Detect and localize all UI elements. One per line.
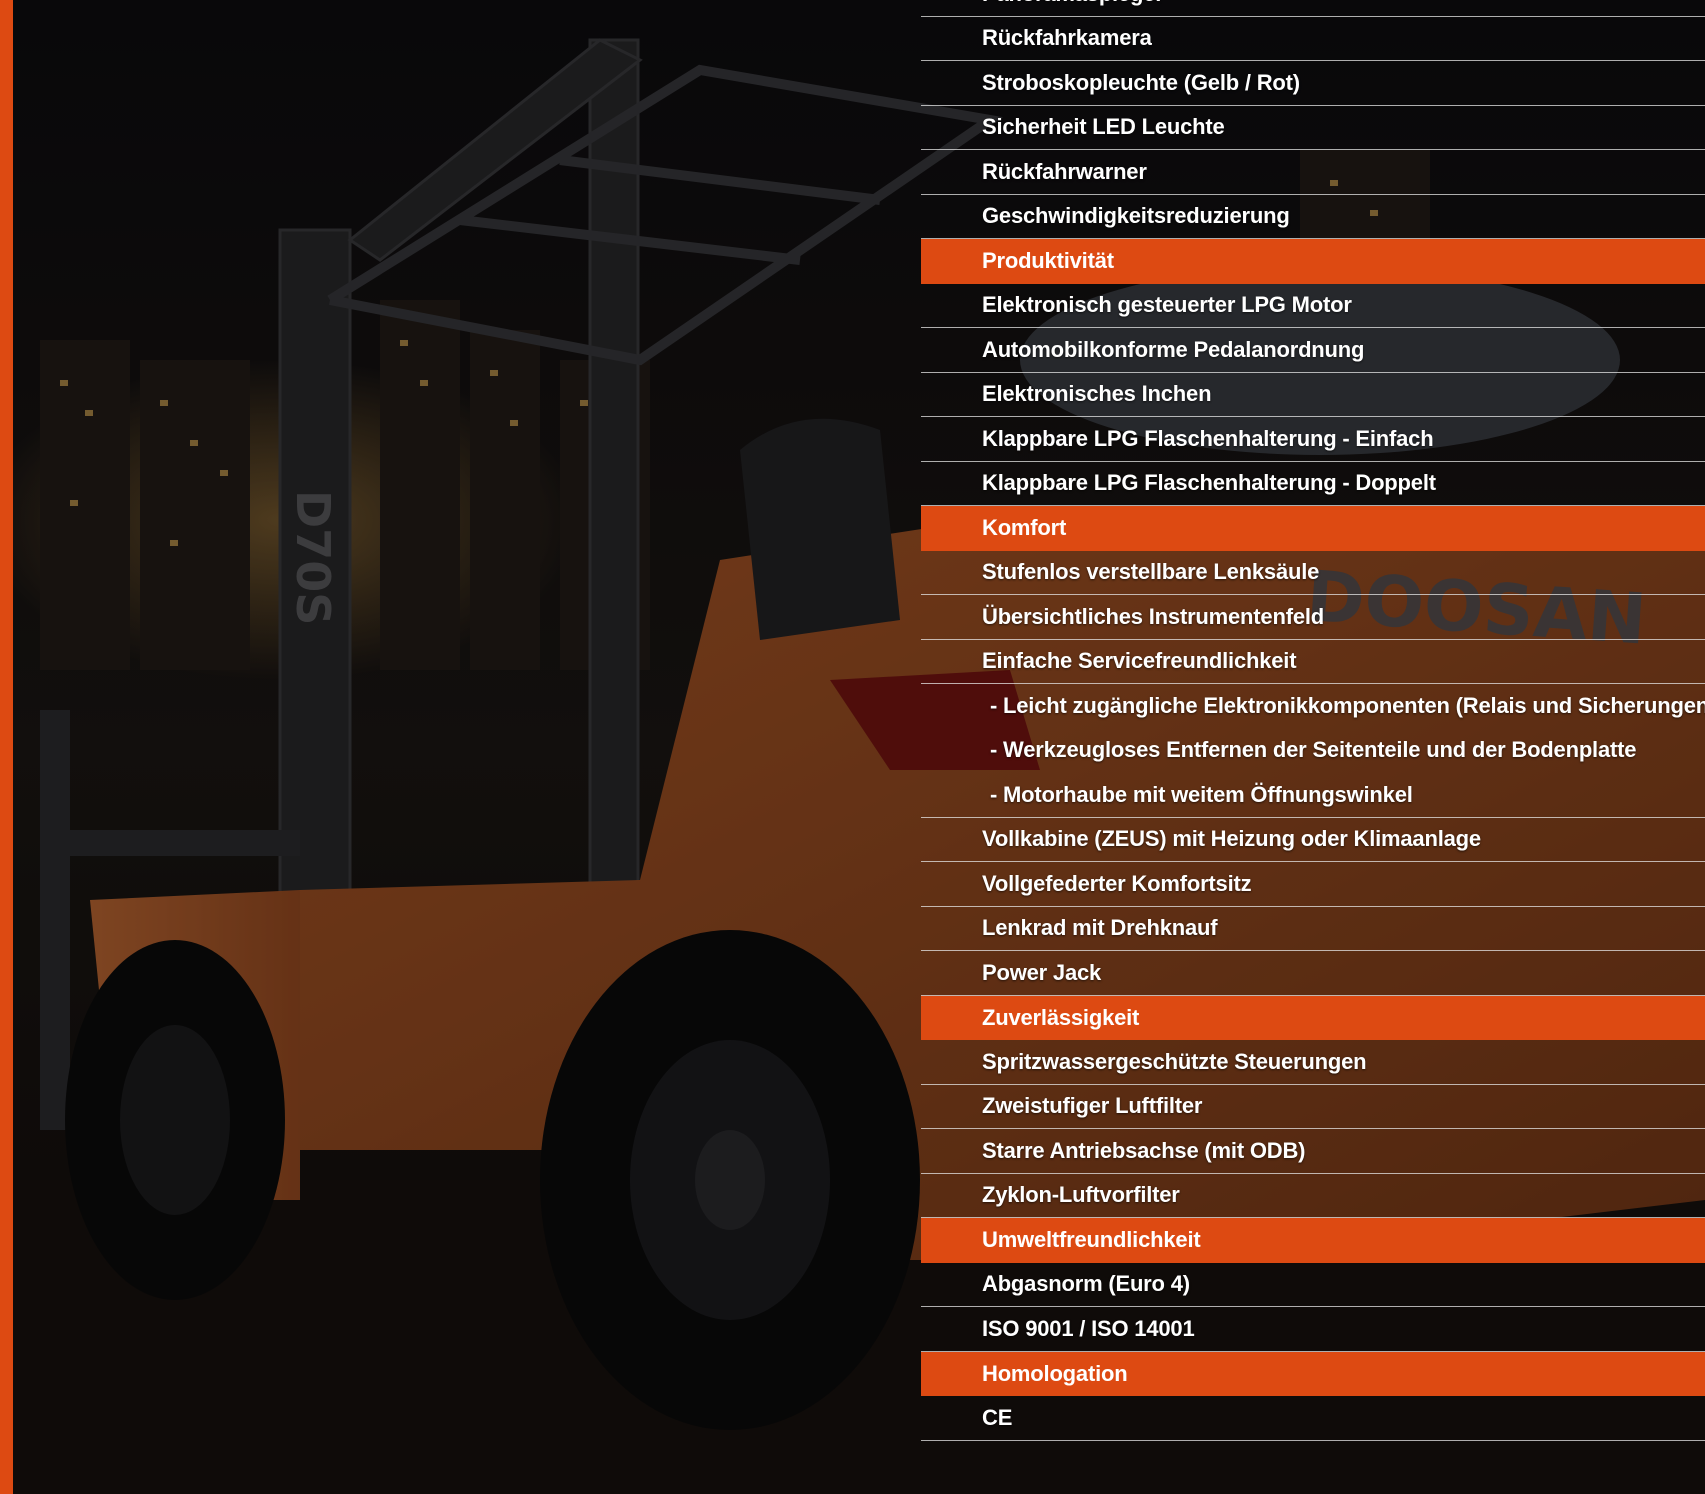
feature-item: Vollgefederter Komfortsitz bbox=[921, 862, 1705, 907]
feature-item: Klappbare LPG Flaschenhalterung - Doppel… bbox=[921, 462, 1705, 506]
section-header-label: Zuverlässigkeit bbox=[982, 1004, 1140, 1030]
feature-label: Zweistufiger Luftfilter bbox=[982, 1093, 1203, 1119]
feature-label: - Motorhaube mit weitem Öffnungswinkel bbox=[990, 781, 1413, 807]
section-header-label: Homologation bbox=[982, 1360, 1128, 1386]
feature-label: Elektronisch gesteuerter LPG Motor bbox=[982, 292, 1352, 318]
feature-item: Rückfahrkamera bbox=[921, 17, 1705, 61]
feature-label: Elektronisches Inchen bbox=[982, 381, 1212, 407]
feature-label: Rückfahrkamera bbox=[982, 25, 1152, 51]
feature-item: Zyklon-Luftvorfilter bbox=[921, 1174, 1705, 1218]
feature-label: Stufenlos verstellbare Lenksäule bbox=[982, 559, 1320, 585]
feature-item: Zweistufiger Luftfilter bbox=[921, 1085, 1705, 1129]
feature-item: Vollkabine (ZEUS) mit Heizung oder Klima… bbox=[921, 818, 1705, 862]
feature-item: Elektronisches Inchen bbox=[921, 373, 1705, 417]
feature-label: Spritzwassergeschützte Steuerungen bbox=[982, 1048, 1367, 1074]
feature-item: Abgasnorm (Euro 4) bbox=[921, 1263, 1705, 1307]
section-header-label: Umweltfreundlichkeit bbox=[982, 1227, 1201, 1253]
feature-label: Power Jack bbox=[982, 959, 1102, 985]
feature-label: Rückfahrwarner bbox=[982, 158, 1147, 184]
feature-label: Lenkrad mit Drehknauf bbox=[982, 915, 1218, 941]
feature-label: Vollgefederter Komfortsitz bbox=[982, 870, 1252, 896]
feature-label: Einfache Servicefreundlichkeit bbox=[982, 648, 1297, 674]
feature-item: Spritzwassergeschützte Steuerungen bbox=[921, 1040, 1705, 1085]
feature-subitem: - Leicht zugängliche Elektronikkomponent… bbox=[921, 684, 1705, 729]
feature-label: Klappbare LPG Flaschenhalterung - Doppel… bbox=[982, 470, 1436, 496]
feature-item: Starre Antriebsachse (mit ODB) bbox=[921, 1129, 1705, 1174]
feature-label: - Leicht zugängliche Elektronikkomponent… bbox=[990, 692, 1705, 718]
feature-item: ISO 9001 / ISO 14001 bbox=[921, 1307, 1705, 1352]
feature-label: Starre Antriebsachse (mit ODB) bbox=[982, 1137, 1306, 1163]
feature-label: Klappbare LPG Flaschenhalterung - Einfac… bbox=[982, 425, 1434, 451]
feature-list: Panoramaspiegel Rückfahrkamera Stroboskopl… bbox=[921, 0, 1705, 1441]
section-header: Zuverlässigkeit bbox=[921, 995, 1705, 1040]
feature-item: Einfache Servicefreundlichkeit bbox=[921, 640, 1705, 684]
feature-label: Panoramaspiegel bbox=[921, 0, 1161, 7]
feature-subitem: - Motorhaube mit weitem Öffnungswinkel bbox=[921, 773, 1705, 818]
feature-item: Stroboskopleuchte (Gelb / Rot) bbox=[921, 61, 1705, 106]
feature-label: Übersichtliches Instrumentenfeld bbox=[982, 603, 1325, 629]
section-header: Komfort bbox=[921, 506, 1705, 551]
section-header: Produktivität bbox=[921, 239, 1705, 284]
feature-subitem: - Werkzeugloses Entfernen der Seitenteil… bbox=[921, 729, 1705, 774]
feature-item: Geschwindigkeitsreduzierung bbox=[921, 195, 1705, 239]
feature-label: CE bbox=[982, 1404, 1013, 1430]
section-header: Homologation bbox=[921, 1351, 1705, 1396]
feature-label: ISO 9001 / ISO 14001 bbox=[982, 1315, 1195, 1341]
section-header-label: Komfort bbox=[982, 515, 1067, 541]
feature-item: Klappbare LPG Flaschenhalterung - Einfac… bbox=[921, 417, 1705, 462]
feature-label: Stroboskopleuchte (Gelb / Rot) bbox=[982, 69, 1300, 95]
feature-item: CE bbox=[921, 1396, 1705, 1441]
feature-label: Automobilkonforme Pedalanordnung bbox=[982, 336, 1365, 362]
feature-item: Power Jack bbox=[921, 951, 1705, 996]
feature-item: Automobilkonforme Pedalanordnung bbox=[921, 328, 1705, 373]
feature-label: Vollkabine (ZEUS) mit Heizung oder Klima… bbox=[982, 826, 1481, 852]
feature-label: - Werkzeugloses Entfernen der Seitenteil… bbox=[990, 737, 1637, 763]
feature-label: Abgasnorm (Euro 4) bbox=[982, 1271, 1190, 1297]
section-header-label: Produktivität bbox=[982, 248, 1114, 274]
feature-item: Sicherheit LED Leuchte bbox=[921, 106, 1705, 150]
left-accent-bar bbox=[0, 0, 13, 1494]
feature-item: Stufenlos verstellbare Lenksäule bbox=[921, 551, 1705, 595]
feature-label: Zyklon-Luftvorfilter bbox=[982, 1182, 1180, 1208]
feature-item: Panoramaspiegel bbox=[921, 0, 1705, 17]
feature-item: Lenkrad mit Drehknauf bbox=[921, 907, 1705, 951]
feature-item: Übersichtliches Instrumentenfeld bbox=[921, 595, 1705, 640]
feature-label: Geschwindigkeitsreduzierung bbox=[982, 203, 1290, 229]
feature-label: Sicherheit LED Leuchte bbox=[982, 114, 1225, 140]
section-header: Umweltfreundlichkeit bbox=[921, 1218, 1705, 1263]
feature-item: Elektronisch gesteuerter LPG Motor bbox=[921, 284, 1705, 328]
feature-item: Rückfahrwarner bbox=[921, 150, 1705, 195]
